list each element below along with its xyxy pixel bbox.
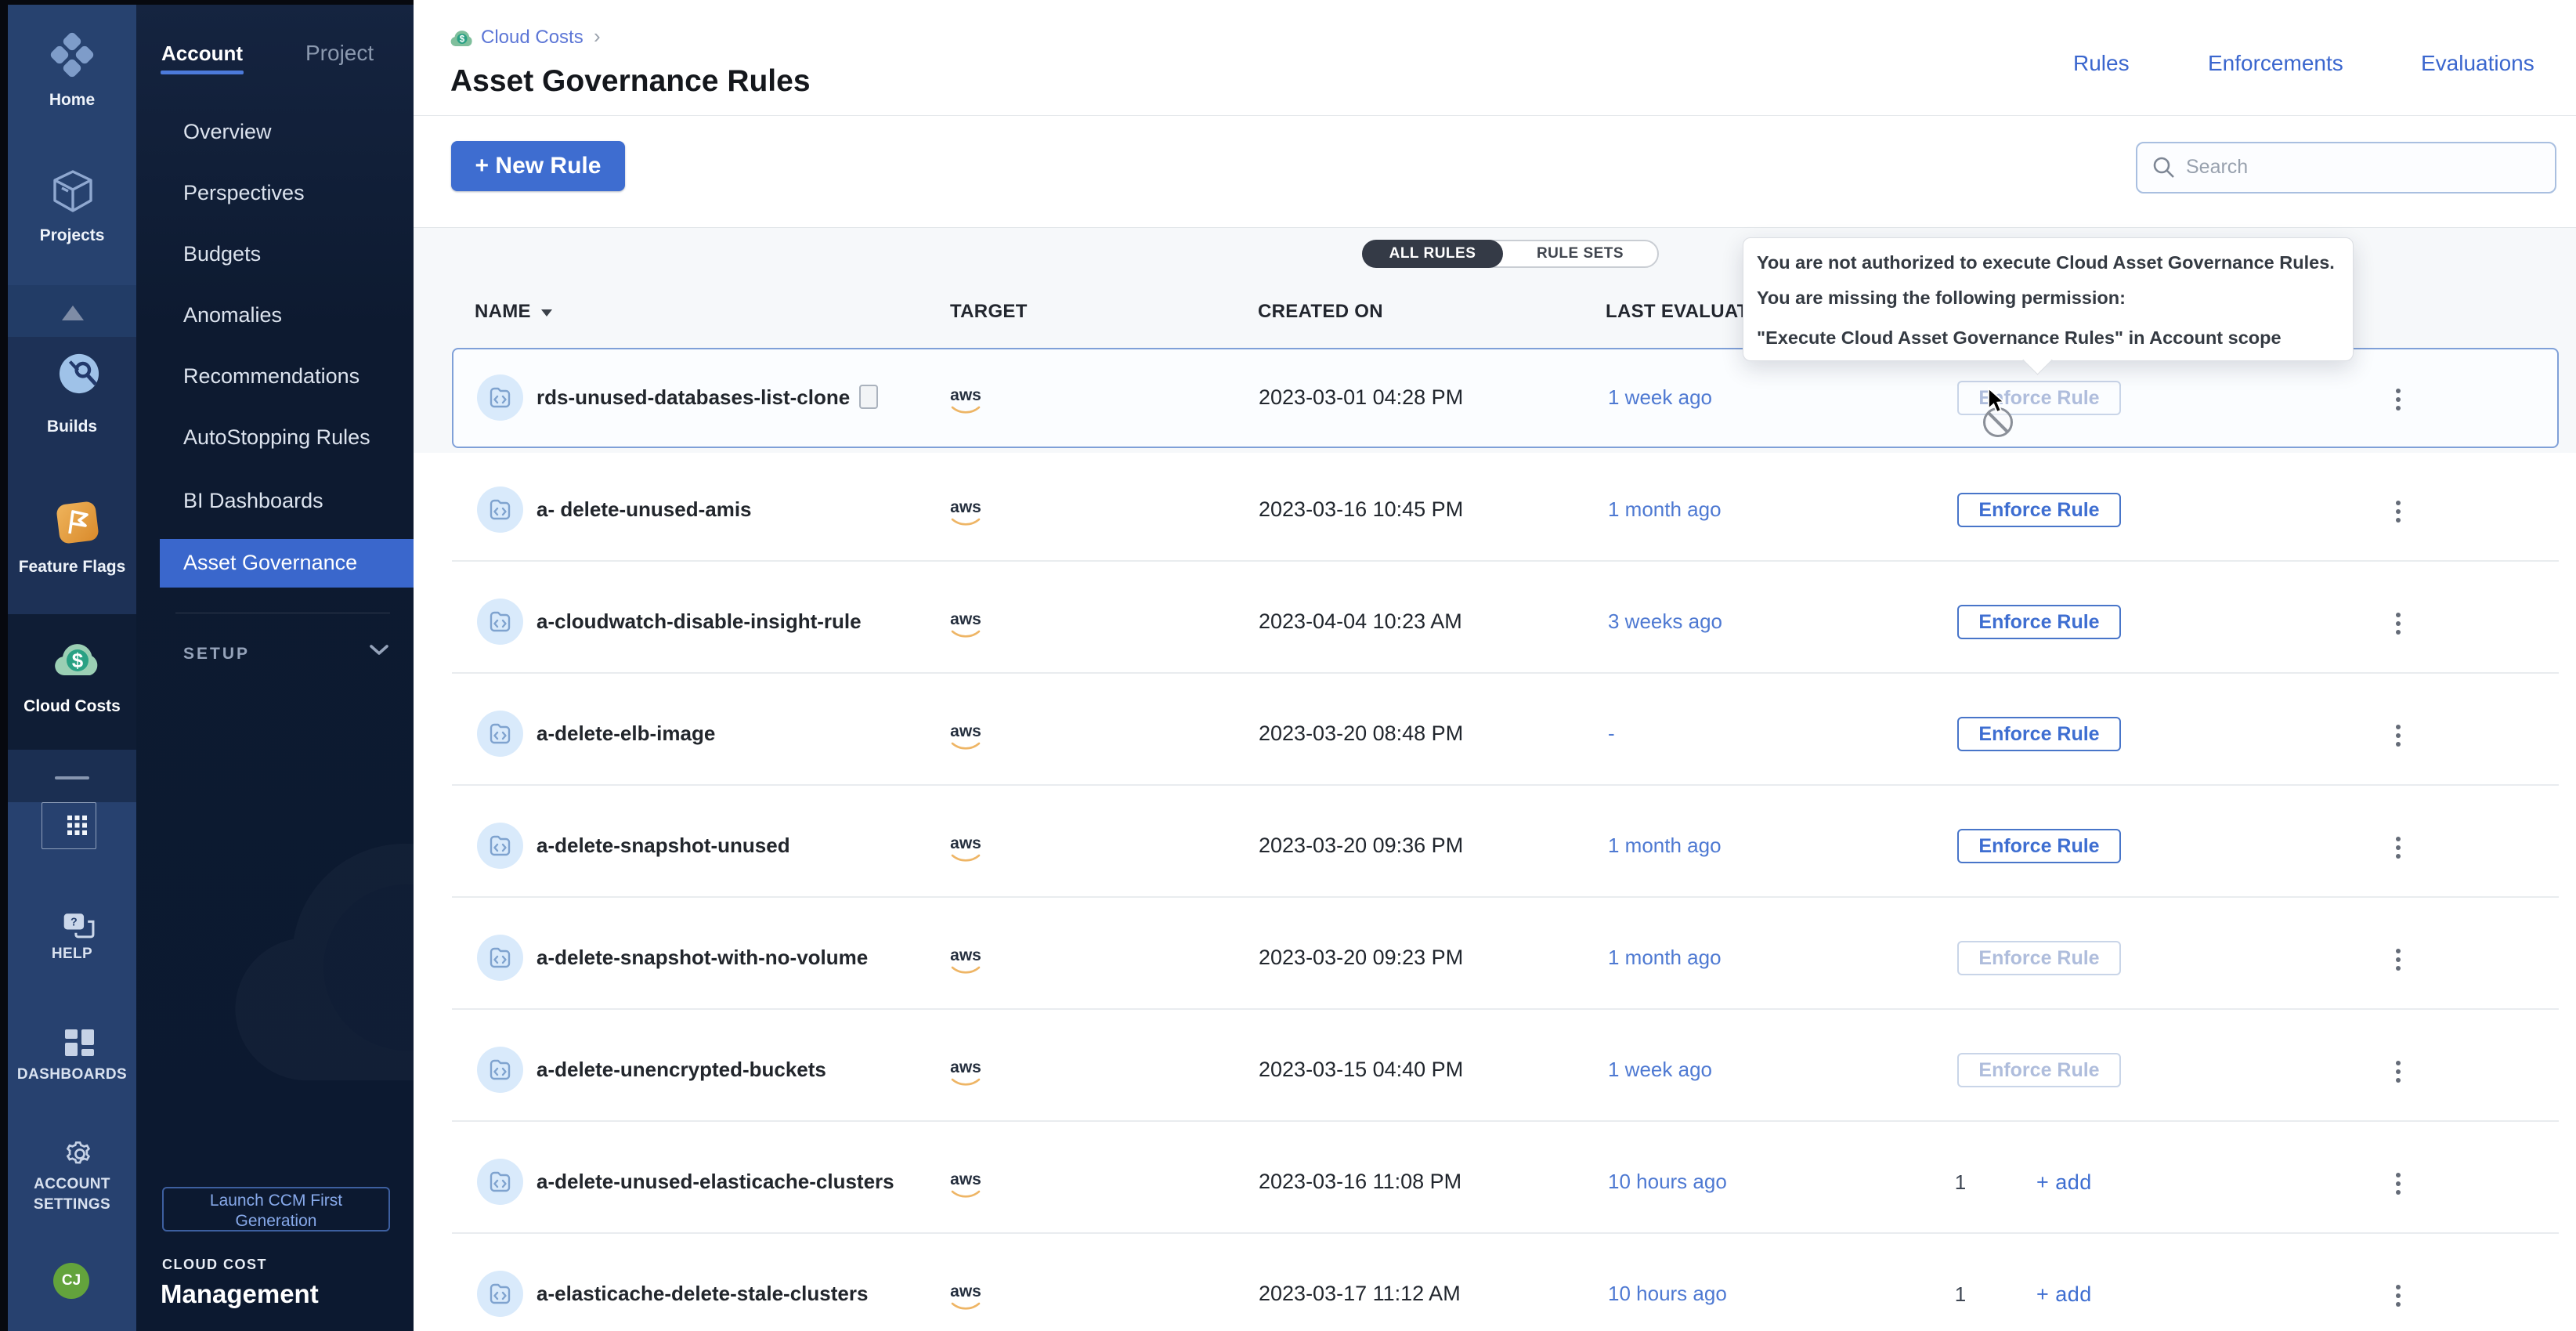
svg-text:?: ? [70,916,78,928]
svg-text:$: $ [72,649,84,672]
svg-text:$: $ [460,35,465,45]
